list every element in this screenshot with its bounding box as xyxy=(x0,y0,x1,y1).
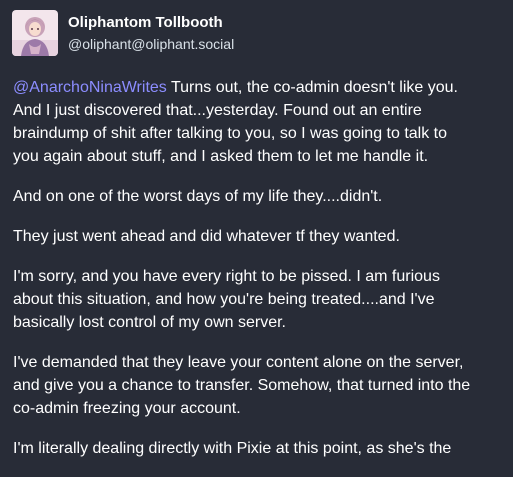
post-paragraph-3: They just went ahead and did whatever tf… xyxy=(13,225,513,248)
post-line: braindump of shit after talking to you, … xyxy=(13,125,448,142)
post-line: And on one of the worst days of my life … xyxy=(13,188,383,205)
author-names: Oliphantom Tollbooth @oliphant@oliphant.… xyxy=(68,14,234,53)
status-post: Oliphantom Tollbooth @oliphant@oliphant.… xyxy=(0,0,513,457)
mention-link[interactable]: @AnarchoNinaWrites xyxy=(13,79,167,96)
status-content: @AnarchoNinaWrites Turns out, the co-adm… xyxy=(13,76,513,477)
post-line: They just went ahead and did whatever tf… xyxy=(13,228,400,245)
post-paragraph-2: And on one of the worst days of my life … xyxy=(13,185,513,208)
post-line: I've demanded that they leave your conte… xyxy=(13,354,464,371)
post-line: And I just discovered that...yesterday. … xyxy=(13,102,422,119)
status-header: Oliphantom Tollbooth @oliphant@oliphant.… xyxy=(12,10,234,56)
avatar[interactable] xyxy=(12,10,58,56)
author-display-name[interactable]: Oliphantom Tollbooth xyxy=(68,14,234,32)
author-handle[interactable]: @oliphant@oliphant.social xyxy=(68,35,234,53)
post-paragraph-4: I'm sorry, and you have every right to b… xyxy=(13,265,513,334)
post-paragraph-5: I've demanded that they leave your conte… xyxy=(13,351,513,420)
post-line: about this situation, and how you're bei… xyxy=(13,291,435,308)
post-paragraph-1: @AnarchoNinaWrites Turns out, the co-adm… xyxy=(13,76,513,168)
post-line: basically lost control of my own server. xyxy=(13,314,286,331)
avatar-portrait-icon xyxy=(12,10,58,56)
post-line: Turns out, the co-admin doesn't like you… xyxy=(166,79,458,96)
post-line: you again about stuff, and I asked them … xyxy=(13,148,429,165)
post-line: I'm sorry, and you have every right to b… xyxy=(13,268,440,285)
post-line: co-admin freezing your account. xyxy=(13,400,241,417)
post-line: and give you a chance to transfer. Someh… xyxy=(13,377,471,394)
